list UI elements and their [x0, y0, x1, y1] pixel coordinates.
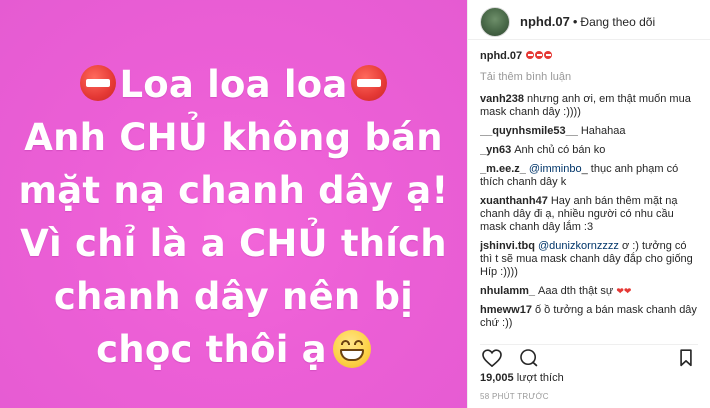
image-line-6: chọc thôi ạ	[0, 323, 467, 376]
comments-list: nphd.07 Tải thêm bình luận vanh238 nhưng …	[480, 50, 700, 340]
broken-heart-icon: ❤❤	[616, 286, 632, 296]
comment: jshinvi.tbq @dunizkornzzzz ơ :) tưởng có …	[480, 240, 700, 279]
comment-icon	[519, 349, 537, 367]
post-header: nphd.07 • Đang theo dõi	[468, 0, 710, 40]
comment: _yn63 Anh chủ có bán ko	[480, 144, 700, 157]
no-entry-icon	[535, 51, 544, 59]
save-button[interactable]	[674, 346, 698, 370]
comment-text: Anh chủ có bán ko	[514, 144, 606, 156]
caption-username[interactable]: nphd.07	[480, 50, 522, 62]
comment: xuanthanh47 Hay anh bán thêm mặt nạ chanh…	[480, 195, 700, 234]
bookmark-icon	[680, 348, 692, 366]
comment-text: Aaa dth thật sự	[538, 285, 614, 297]
image-line-3: mặt nạ chanh dây ạ!	[18, 169, 449, 212]
comment-username[interactable]: __quynhsmile53__	[480, 125, 578, 137]
follow-status-button[interactable]: Đang theo dõi	[580, 15, 655, 29]
post-sidebar: nphd.07 • Đang theo dõi nphd.07 Tải thêm…	[467, 0, 710, 408]
comment-username[interactable]: jshinvi.tbq	[480, 240, 535, 252]
comment: _m.ee.z_ @imminbo_ thục anh phạm có thích…	[480, 163, 700, 189]
caption: nphd.07	[480, 50, 700, 63]
header-separator: •	[572, 14, 578, 29]
comment-username[interactable]: hmeww17	[480, 304, 532, 316]
no-entry-icon	[80, 65, 117, 101]
comment: vanh238 nhưng anh ơi, em thật muốn mua ma…	[480, 93, 700, 119]
comment-username[interactable]: xuanthanh47	[480, 195, 548, 207]
post-timestamp[interactable]: 58 PHÚT TRƯỚC	[480, 392, 549, 401]
comment-mention[interactable]: @dunizkornzzzz	[538, 240, 619, 252]
comment: __quynhsmile53__ Hahahaa	[480, 125, 700, 138]
load-more-comments-link[interactable]: Tải thêm bình luận	[480, 71, 700, 83]
header-username[interactable]: nphd.07	[520, 14, 570, 29]
likes-count[interactable]: 19,005 lượt thích	[480, 372, 564, 384]
comment-text: Hahahaa	[580, 125, 626, 137]
image-line-1: Loa loa loa	[0, 58, 467, 111]
avatar[interactable]	[480, 6, 510, 37]
no-entry-icon	[350, 65, 387, 101]
no-entry-icon	[544, 51, 553, 59]
grinning-face-icon	[332, 330, 371, 368]
comment-username[interactable]: vanh238	[480, 93, 524, 105]
image-line-4: Vì chỉ là a CHỦ thích	[20, 222, 447, 265]
post-image[interactable]: Loa loa loa Anh CHỦ không bán mặt nạ cha…	[0, 0, 467, 408]
heart-icon	[482, 348, 502, 367]
comment: hmeww17 ố ồ tưởng a bán mask chanh dây ch…	[480, 304, 700, 330]
comment-button[interactable]	[516, 346, 540, 370]
image-line-2: Anh CHỦ không bán	[24, 116, 443, 159]
comment-mention[interactable]: @imminbo	[529, 163, 582, 175]
comment-username[interactable]: _yn63	[480, 144, 511, 156]
like-button[interactable]	[480, 346, 504, 370]
comment-username[interactable]: nhulamm_	[480, 285, 535, 297]
post-image-text: Loa loa loa Anh CHỦ không bán mặt nạ cha…	[0, 58, 467, 376]
comment-username[interactable]: _m.ee.z_	[480, 163, 526, 175]
instagram-post: Loa loa loa Anh CHỦ không bán mặt nạ cha…	[0, 0, 710, 408]
no-entry-icon	[526, 51, 535, 59]
image-line-5: chanh dây nên bị	[53, 275, 414, 318]
comment: nhulamm_ Aaa dth thật sự ❤❤	[480, 285, 700, 298]
action-bar	[480, 344, 698, 368]
